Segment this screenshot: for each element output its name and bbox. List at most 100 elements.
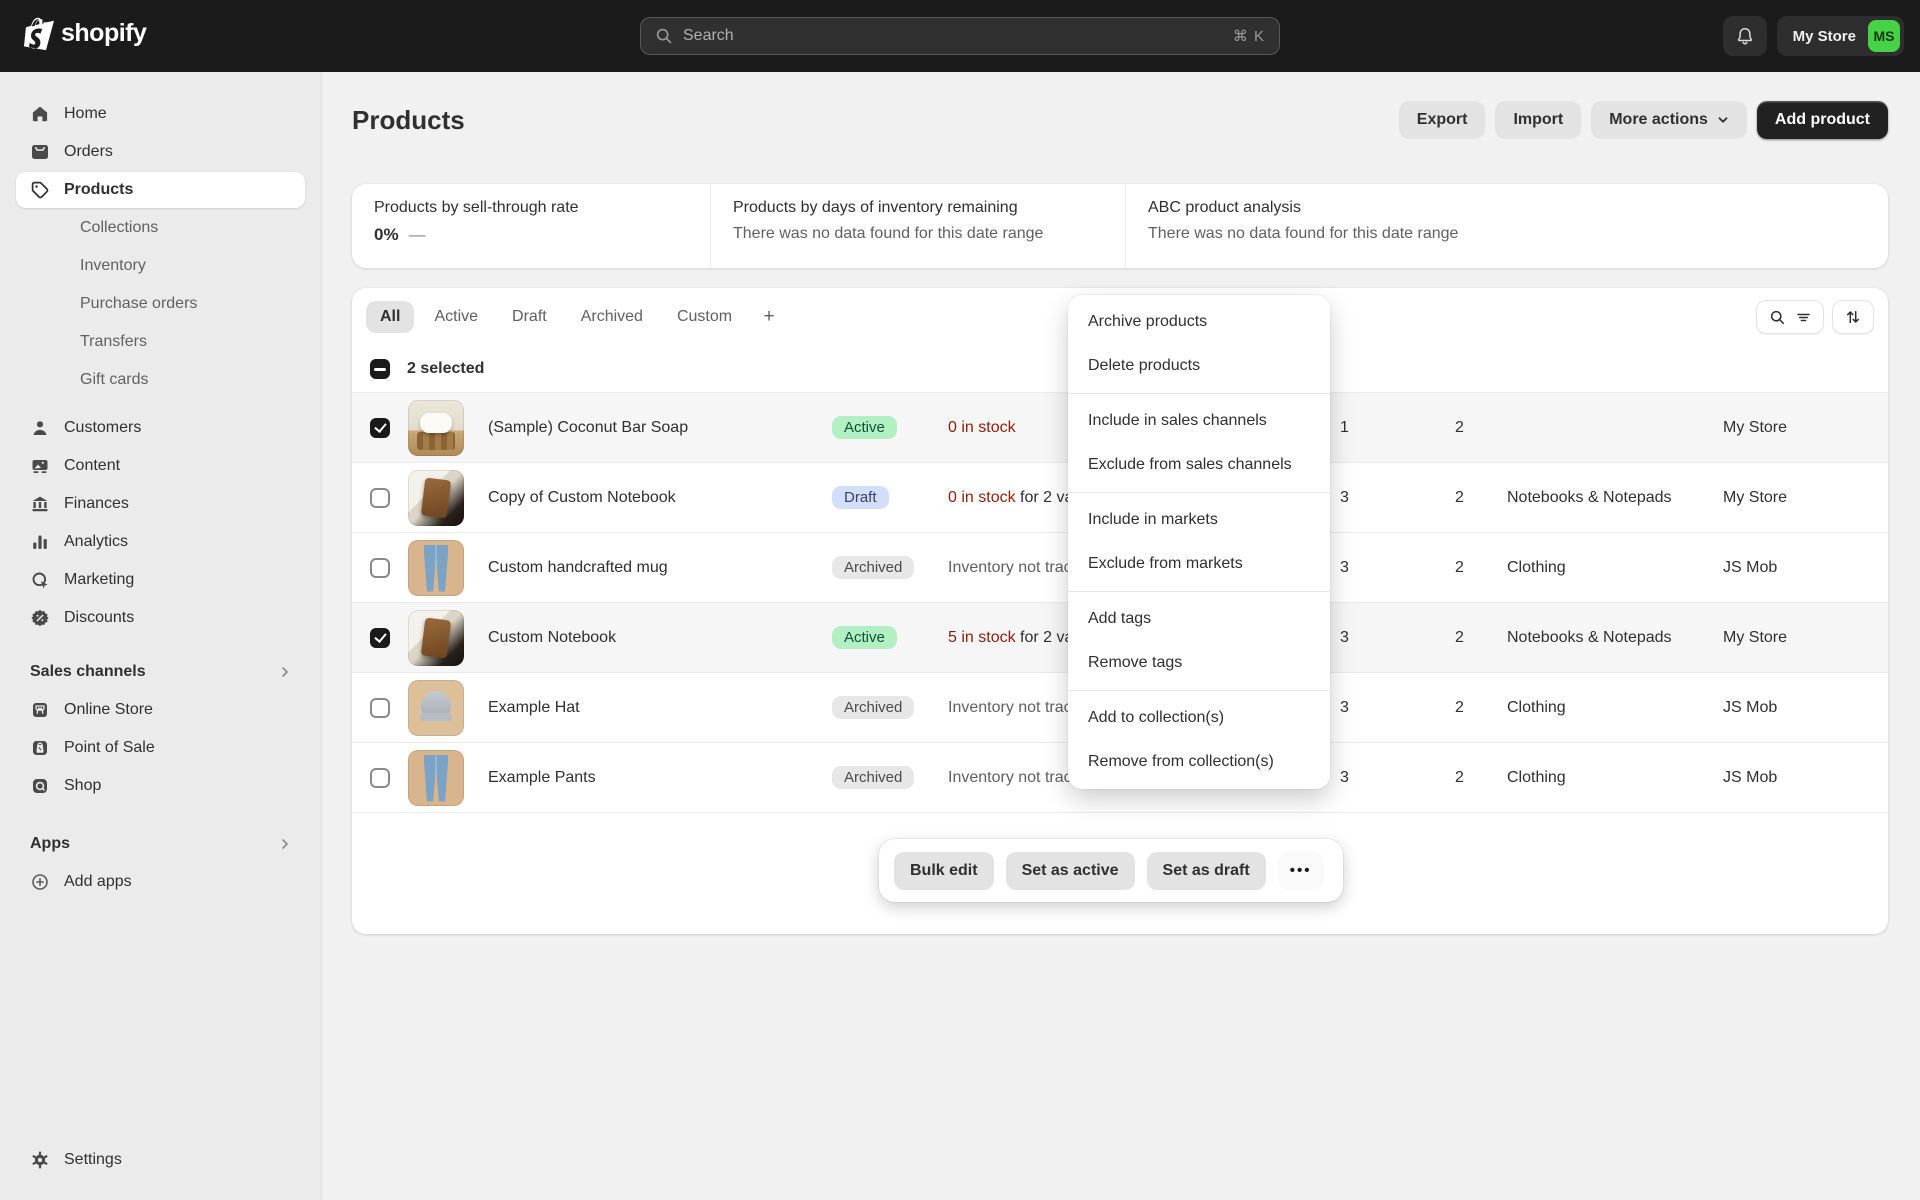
menu-item-include-sales-channels[interactable]: Include in sales channels bbox=[1068, 399, 1330, 443]
product-name[interactable]: Example Hat bbox=[488, 699, 832, 717]
abc-analysis-card[interactable]: ABC product analysis There was no data f… bbox=[1125, 184, 1888, 268]
sidebar-label: Settings bbox=[64, 1151, 122, 1169]
sidebar-label: Purchase orders bbox=[80, 295, 197, 313]
days-of-inventory-card[interactable]: Products by days of inventory remaining … bbox=[710, 184, 1125, 268]
sidebar-label: Collections bbox=[80, 219, 158, 237]
notifications-button[interactable] bbox=[1723, 16, 1767, 56]
sidebar-item-purchase-orders[interactable]: Purchase orders bbox=[16, 286, 305, 322]
stat-value: 0% bbox=[374, 225, 399, 245]
row-checkbox[interactable] bbox=[370, 768, 390, 788]
sidebar-item-point-of-sale[interactable]: Point of Sale bbox=[16, 730, 305, 766]
sidebar: Home Orders Products Collections Invento… bbox=[0, 72, 322, 1200]
avatar: MS bbox=[1868, 20, 1900, 52]
tab-archived[interactable]: Archived bbox=[567, 301, 657, 333]
menu-item-add-to-collections[interactable]: Add to collection(s) bbox=[1068, 696, 1330, 740]
more-bulk-actions-button[interactable]: ••• bbox=[1278, 852, 1324, 890]
row-checkbox[interactable] bbox=[370, 558, 390, 578]
vendor-cell: JS Mob bbox=[1706, 769, 1870, 787]
button-label: More actions bbox=[1609, 111, 1708, 129]
select-all-checkbox[interactable] bbox=[370, 359, 390, 379]
set-as-draft-button[interactable]: Set as draft bbox=[1147, 852, 1266, 890]
sidebar-item-orders[interactable]: Orders bbox=[16, 134, 305, 170]
set-as-active-button[interactable]: Set as active bbox=[1006, 852, 1135, 890]
sidebar-label: Orders bbox=[64, 143, 113, 161]
export-button[interactable]: Export bbox=[1399, 101, 1486, 139]
ellipsis-icon: ••• bbox=[1290, 862, 1312, 879]
shop-app-icon bbox=[30, 776, 50, 796]
stat-empty-message: There was no data found for this date ra… bbox=[733, 225, 1103, 243]
row-checkbox[interactable] bbox=[370, 418, 390, 438]
tab-draft[interactable]: Draft bbox=[498, 301, 561, 333]
sidebar-item-home[interactable]: Home bbox=[16, 96, 305, 132]
import-button[interactable]: Import bbox=[1495, 101, 1581, 139]
menu-item-delete-products[interactable]: Delete products bbox=[1068, 344, 1330, 388]
chevron-right-icon bbox=[279, 666, 291, 678]
sidebar-label: Products bbox=[64, 181, 133, 199]
sidebar-item-marketing[interactable]: Marketing bbox=[16, 562, 305, 598]
sidebar-item-online-store[interactable]: Online Store bbox=[16, 692, 305, 728]
vendor-cell: JS Mob bbox=[1706, 699, 1870, 717]
home-icon bbox=[30, 104, 50, 124]
sidebar-item-discounts[interactable]: Discounts bbox=[16, 600, 305, 636]
sidebar-item-customers[interactable]: Customers bbox=[16, 410, 305, 446]
row-checkbox[interactable] bbox=[370, 628, 390, 648]
sidebar-label: Add apps bbox=[64, 873, 132, 891]
menu-item-exclude-markets[interactable]: Exclude from markets bbox=[1068, 542, 1330, 586]
menu-item-include-markets[interactable]: Include in markets bbox=[1068, 498, 1330, 542]
more-actions-button[interactable]: More actions bbox=[1591, 101, 1747, 139]
sidebar-item-settings[interactable]: Settings bbox=[16, 1142, 305, 1178]
filter-icon bbox=[1795, 309, 1812, 326]
discount-badge-icon bbox=[30, 608, 50, 628]
tab-custom[interactable]: Custom bbox=[663, 301, 746, 333]
sidebar-item-shop[interactable]: Shop bbox=[16, 768, 305, 804]
tab-all[interactable]: All bbox=[366, 301, 414, 333]
menu-item-exclude-sales-channels[interactable]: Exclude from sales channels bbox=[1068, 443, 1330, 487]
target-cursor-icon bbox=[30, 570, 50, 590]
sidebar-section-sales-channels[interactable]: Sales channels bbox=[16, 654, 305, 690]
shopify-logo[interactable]: shopify bbox=[24, 16, 146, 50]
sidebar-section-apps[interactable]: Apps bbox=[16, 826, 305, 862]
menu-item-remove-tags[interactable]: Remove tags bbox=[1068, 641, 1330, 685]
sidebar-item-finances[interactable]: Finances bbox=[16, 486, 305, 522]
category-cell: Notebooks & Notepads bbox=[1490, 629, 1706, 647]
sidebar-item-inventory[interactable]: Inventory bbox=[16, 248, 305, 284]
tab-active[interactable]: Active bbox=[420, 301, 492, 333]
menu-item-add-tags[interactable]: Add tags bbox=[1068, 597, 1330, 641]
sidebar-item-collections[interactable]: Collections bbox=[16, 210, 305, 246]
sidebar-item-add-apps[interactable]: Add apps bbox=[16, 864, 305, 900]
chevron-right-icon bbox=[279, 838, 291, 850]
product-name[interactable]: (Sample) Coconut Bar Soap bbox=[488, 419, 832, 437]
product-name[interactable]: Copy of Custom Notebook bbox=[488, 489, 832, 507]
sell-through-rate-card[interactable]: Products by sell-through rate 0% — bbox=[352, 184, 710, 268]
status-badge: Archived bbox=[832, 696, 914, 719]
sidebar-item-products[interactable]: Products bbox=[16, 172, 305, 208]
markets-count: 2 bbox=[1437, 629, 1490, 647]
add-product-button[interactable]: Add product bbox=[1757, 101, 1888, 139]
menu-item-remove-from-collections[interactable]: Remove from collection(s) bbox=[1068, 740, 1330, 784]
sort-button[interactable] bbox=[1832, 300, 1874, 334]
product-name[interactable]: Custom Notebook bbox=[488, 629, 832, 647]
bar-chart-icon bbox=[30, 532, 50, 552]
sidebar-item-transfers[interactable]: Transfers bbox=[16, 324, 305, 360]
add-view-button[interactable]: + bbox=[752, 301, 786, 333]
store-name: My Store bbox=[1793, 28, 1856, 45]
product-name[interactable]: Custom handcrafted mug bbox=[488, 559, 832, 577]
shopify-admin: shopify Search ⌘ K My Store MS Home bbox=[0, 0, 1920, 1200]
sidebar-item-analytics[interactable]: Analytics bbox=[16, 524, 305, 560]
sidebar-item-gift-cards[interactable]: Gift cards bbox=[16, 362, 305, 398]
status-badge: Active bbox=[832, 626, 897, 649]
sidebar-label: Home bbox=[64, 105, 107, 123]
row-checkbox[interactable] bbox=[370, 698, 390, 718]
bulk-edit-button[interactable]: Bulk edit bbox=[894, 852, 994, 890]
global-search-input[interactable]: Search ⌘ K bbox=[640, 17, 1280, 55]
product-name[interactable]: Example Pants bbox=[488, 769, 832, 787]
menu-item-archive-products[interactable]: Archive products bbox=[1068, 300, 1330, 344]
shopify-bag-icon bbox=[24, 16, 54, 50]
search-filter-button[interactable] bbox=[1756, 300, 1824, 334]
sidebar-item-content[interactable]: Content bbox=[16, 448, 305, 484]
product-thumbnail bbox=[408, 470, 464, 526]
orders-icon bbox=[30, 142, 50, 162]
row-checkbox[interactable] bbox=[370, 488, 390, 508]
account-menu[interactable]: My Store MS bbox=[1777, 16, 1904, 56]
bulk-action-bar: Bulk edit Set as active Set as draft ••• bbox=[879, 839, 1343, 902]
